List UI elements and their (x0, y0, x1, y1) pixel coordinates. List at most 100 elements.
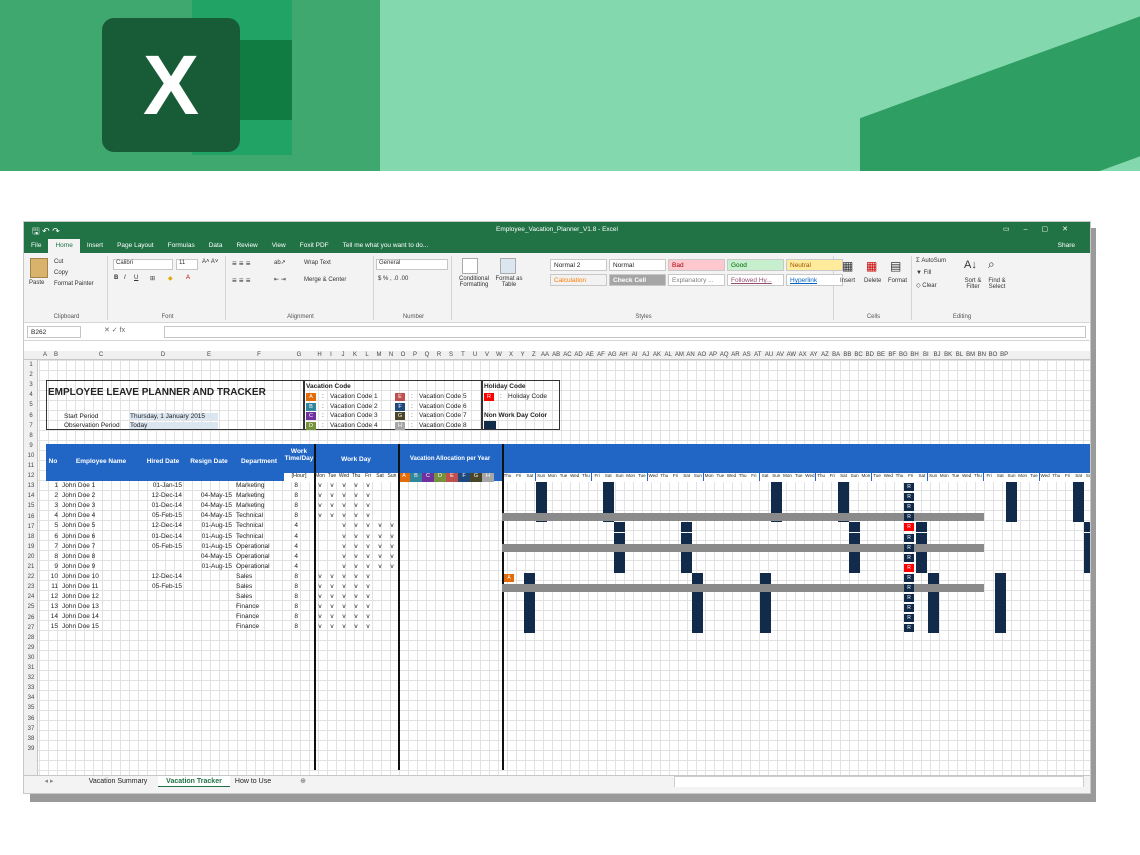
column-header[interactable]: AV (775, 351, 786, 360)
style-cell[interactable]: Hyperlink (786, 274, 843, 286)
column-header[interactable]: Y (517, 351, 528, 360)
row-header[interactable]: 38 (24, 734, 38, 744)
format-table-icon[interactable] (500, 258, 516, 274)
column-header[interactable]: BJ (931, 351, 942, 360)
column-header[interactable]: BP (999, 351, 1010, 360)
column-header[interactable]: T (457, 351, 469, 360)
tab-page-layout[interactable]: Page Layout (110, 239, 161, 253)
column-header[interactable]: G (284, 351, 314, 360)
underline-icon[interactable]: U (134, 275, 138, 281)
column-header[interactable]: K (349, 351, 361, 360)
column-header[interactable]: X (505, 351, 517, 360)
column-header[interactable]: F (234, 351, 284, 360)
style-cell[interactable]: Normal 2 (550, 259, 607, 271)
column-header[interactable]: E (184, 351, 234, 360)
row-header[interactable]: 35 (24, 703, 38, 713)
tab-view[interactable]: View (265, 239, 293, 253)
row-header[interactable]: 5 (24, 400, 38, 410)
column-header[interactable]: J (337, 351, 349, 360)
search-icon[interactable]: ⌕ (988, 257, 995, 272)
conditional-formatting-button[interactable]: Conditional Formatting (456, 276, 492, 288)
column-header[interactable]: BD (864, 351, 875, 360)
column-header[interactable]: AQ (719, 351, 730, 360)
column-header[interactable]: BB (842, 351, 853, 360)
column-header[interactable]: AL (663, 351, 674, 360)
style-cell[interactable]: Explanatory ... (668, 274, 725, 286)
column-header[interactable]: W (493, 351, 505, 360)
cell-grid[interactable]: EMPLOYEE LEAVE PLANNER AND TRACKER Start … (38, 360, 1090, 777)
column-header[interactable]: BC (853, 351, 864, 360)
font-grow-icon[interactable]: A˄ A˅ (202, 259, 218, 265)
row-header[interactable]: 25 (24, 602, 38, 612)
sort-filter-button[interactable]: Sort & Filter (962, 278, 984, 290)
format-table-button[interactable]: Format as Table (494, 276, 524, 288)
name-box[interactable]: B262 (27, 326, 81, 338)
column-header[interactable]: BA (831, 351, 842, 360)
font-size-select[interactable]: 11 (176, 259, 198, 270)
paste-button[interactable]: Paste (29, 280, 44, 286)
wrap-text-button[interactable]: Wrap Text (304, 260, 331, 266)
style-cell[interactable]: Check Cell (609, 274, 666, 286)
column-header[interactable]: AA (539, 351, 550, 360)
column-header[interactable]: AI (629, 351, 640, 360)
column-header[interactable]: BN (976, 351, 987, 360)
row-header[interactable]: 17 (24, 522, 38, 532)
row-header[interactable]: 11 (24, 461, 38, 471)
column-header[interactable]: A (38, 351, 52, 360)
row-header[interactable]: 28 (24, 633, 38, 643)
row-header[interactable]: 2 (24, 370, 38, 380)
column-header[interactable]: AX (797, 351, 808, 360)
column-header[interactable]: AD (573, 351, 584, 360)
italic-icon[interactable]: I (124, 275, 126, 281)
merge-center-button[interactable]: Merge & Center (304, 277, 346, 283)
row-header[interactable]: 14 (24, 491, 38, 501)
row-header[interactable]: 16 (24, 512, 38, 522)
align-top-icon[interactable]: ≡ ≡ ≡ (232, 259, 250, 268)
column-header[interactable]: N (385, 351, 397, 360)
copy-button[interactable]: Copy (54, 270, 68, 276)
column-header[interactable]: AU (763, 351, 774, 360)
row-header[interactable]: 12 (24, 471, 38, 481)
column-header[interactable]: BE (875, 351, 886, 360)
row-header[interactable]: 20 (24, 552, 38, 562)
row-header[interactable]: 23 (24, 582, 38, 592)
align-left-icon[interactable]: ≡ ≡ ≡ (232, 276, 250, 285)
style-cell[interactable]: Neutral (786, 259, 843, 271)
orientation-icon[interactable]: ab↗ (274, 259, 286, 266)
style-cell[interactable]: Followed Hy... (727, 274, 784, 286)
column-header[interactable]: H (314, 351, 325, 360)
row-header[interactable]: 33 (24, 683, 38, 693)
column-header[interactable]: AF (595, 351, 606, 360)
clear-button[interactable]: ◇ Clear (916, 282, 937, 289)
percent-icon[interactable]: $ % , .0 .00 (378, 276, 408, 282)
column-header[interactable]: M (373, 351, 385, 360)
row-header[interactable]: 21 (24, 562, 38, 572)
formula-input[interactable] (164, 326, 1086, 338)
cut-button[interactable]: Cut (54, 259, 63, 265)
style-cell[interactable]: Calculation (550, 274, 607, 286)
column-header[interactable]: AW (786, 351, 797, 360)
paste-icon[interactable] (30, 258, 48, 278)
fill-button[interactable]: ▼ Fill (916, 270, 931, 276)
column-header[interactable]: AK (651, 351, 662, 360)
column-header[interactable]: R (433, 351, 445, 360)
format-icon[interactable]: ▤ (890, 259, 901, 273)
row-header[interactable]: 19 (24, 542, 38, 552)
border-icon[interactable]: ⊞ (150, 275, 155, 282)
column-header[interactable]: I (325, 351, 337, 360)
column-header[interactable]: B (52, 351, 60, 360)
column-header[interactable]: AR (730, 351, 741, 360)
row-header[interactable]: 1 (24, 360, 38, 370)
column-header[interactable]: AN (685, 351, 696, 360)
row-header[interactable]: 6 (24, 411, 38, 421)
column-header[interactable]: AS (741, 351, 752, 360)
row-header[interactable]: 32 (24, 673, 38, 683)
row-header[interactable]: 18 (24, 532, 38, 542)
column-header[interactable]: P (409, 351, 421, 360)
row-header[interactable]: 7 (24, 421, 38, 431)
column-header[interactable]: AG (607, 351, 618, 360)
find-select-button[interactable]: Find & Select (986, 278, 1008, 290)
column-header[interactable]: V (481, 351, 493, 360)
row-header[interactable]: 37 (24, 724, 38, 734)
column-header[interactable]: D (142, 351, 184, 360)
